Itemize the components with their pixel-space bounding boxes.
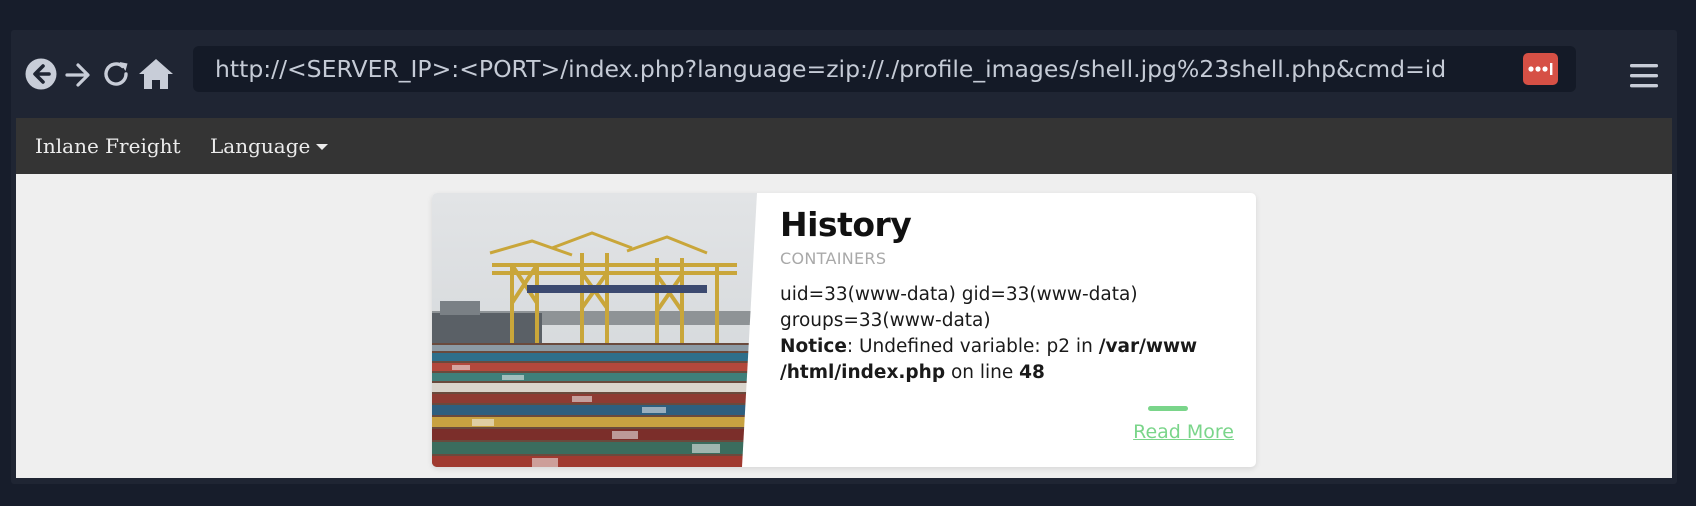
reload-button[interactable] <box>100 58 132 90</box>
page-content: History CONTAINERS uid=33(www-data) gid=… <box>16 174 1672 478</box>
browser-toolbar: http://<SERVER_IP>:<PORT>/index.php?lang… <box>11 30 1677 119</box>
language-label: Language <box>210 134 311 158</box>
site-brand[interactable]: Inlane Freight <box>35 118 181 174</box>
read-more-link[interactable]: Read More <box>1133 421 1234 443</box>
output-line: groups=33(www-data) <box>780 310 991 331</box>
php-notice-continued: /html/index.php on line 48 <box>780 360 1235 386</box>
forward-button[interactable] <box>63 60 93 90</box>
back-button[interactable] <box>25 58 57 90</box>
php-notice: Notice: Undefined variable: p2 in /var/w… <box>780 334 1235 360</box>
container-port-image <box>432 193 757 467</box>
card-subtitle: CONTAINERS <box>780 249 887 268</box>
history-card: History CONTAINERS uid=33(www-data) gid=… <box>432 193 1256 467</box>
card-image <box>432 193 757 467</box>
read-more-accent-line <box>1148 406 1188 411</box>
output-line: uid=33(www-data) gid=33(www-data) <box>780 284 1138 305</box>
notice-path: /var/www <box>1098 336 1198 357</box>
hamburger-menu-icon <box>1630 64 1658 88</box>
card-body: History CONTAINERS uid=33(www-data) gid=… <box>780 203 1235 386</box>
home-icon <box>139 59 173 89</box>
caret-down-icon <box>316 144 329 150</box>
arrow-left-circle-icon <box>25 58 57 90</box>
notice-label: Notice <box>780 336 847 357</box>
notice-path: /html/index.php <box>780 362 946 383</box>
address-bar[interactable]: http://<SERVER_IP>:<PORT>/index.php?lang… <box>193 46 1576 92</box>
menu-button[interactable] <box>1628 61 1660 91</box>
notice-online: on line <box>945 362 1020 383</box>
notice-line-number: 48 <box>1019 362 1045 383</box>
site-navbar: Inlane Freight Language <box>16 118 1672 174</box>
home-button[interactable] <box>137 56 175 92</box>
command-output: uid=33(www-data) gid=33(www-data) groups… <box>780 282 1235 386</box>
language-dropdown[interactable]: Language <box>210 118 329 174</box>
card-title: History <box>780 205 912 244</box>
url-text[interactable]: http://<SERVER_IP>:<PORT>/index.php?lang… <box>215 46 1446 92</box>
notice-text: : Undefined variable: p2 in <box>846 336 1099 357</box>
browser-window: http://<SERVER_IP>:<PORT>/index.php?lang… <box>11 30 1677 484</box>
password-manager-icon <box>1527 63 1552 75</box>
reload-icon <box>104 62 128 86</box>
password-manager-button[interactable] <box>1523 53 1558 85</box>
arrow-right-icon <box>65 63 90 87</box>
